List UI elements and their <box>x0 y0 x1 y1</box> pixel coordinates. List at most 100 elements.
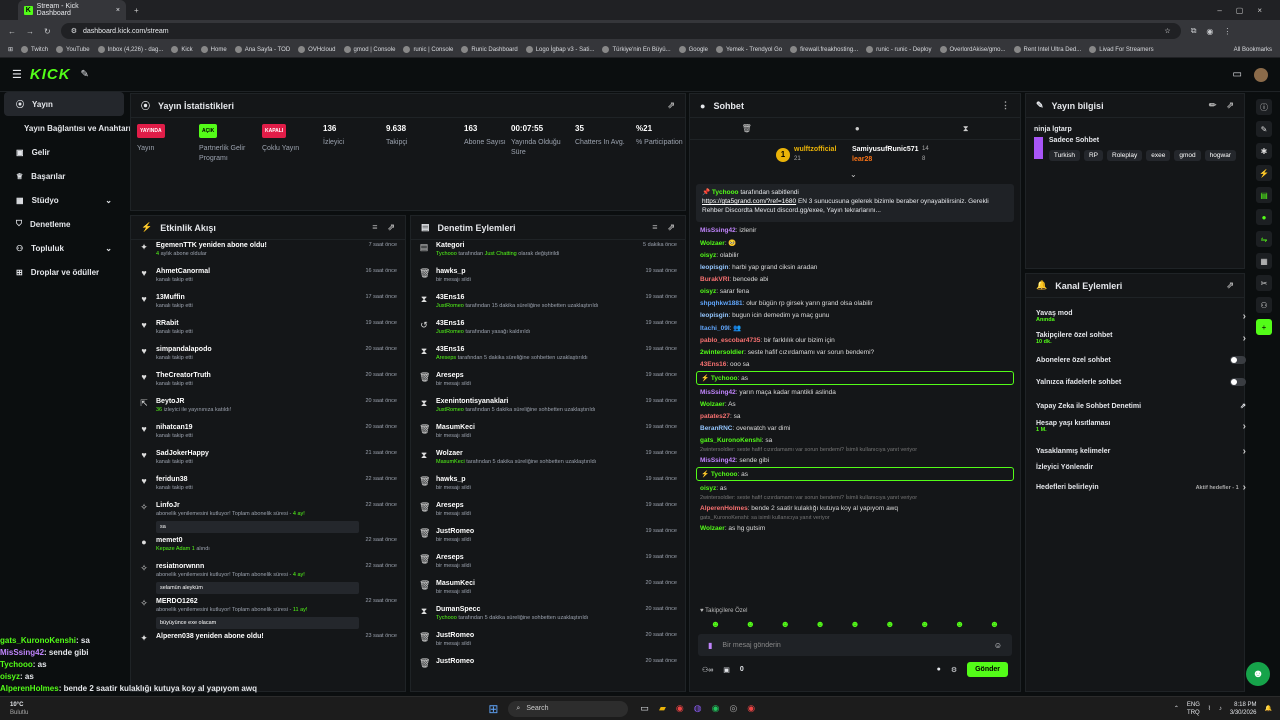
bookmark-item[interactable]: Google <box>678 46 708 53</box>
event-title[interactable]: simpandalapodo <box>156 346 359 353</box>
chat-username[interactable]: oisyz <box>700 252 716 259</box>
channel-action-row[interactable]: Hesap yaşı kısıtlaması 1 M. › <box>1026 420 1256 433</box>
channel-action-row[interactable]: Hedefleri belirleyin Aktif hedefler - 1 › <box>1026 482 1256 493</box>
event-title[interactable]: SadJokerHappy <box>156 450 359 457</box>
chrome-icon[interactable]: ◉ <box>676 703 684 714</box>
chat-username[interactable]: 2wintersoldier <box>700 349 744 356</box>
channel-action-row[interactable]: Yavaş mod Anında › <box>1026 310 1256 323</box>
event-title[interactable]: resiatnorwnnn <box>156 563 359 570</box>
tray-chevron-icon[interactable]: ⌃ <box>1174 705 1179 712</box>
channel-action-row[interactable]: Abonelere özel sohbet <box>1026 356 1256 364</box>
category-name[interactable]: Sadece Sohbet <box>1049 137 1236 144</box>
chat-username[interactable]: Tychooo <box>711 471 738 478</box>
chat-username[interactable]: leopisgin <box>700 312 729 319</box>
event-title[interactable]: JustRomeo <box>436 632 639 639</box>
event-title[interactable]: Kategori <box>436 242 636 249</box>
sidebar-item-studio[interactable]: ▦ Stüdyo ⌄ <box>4 188 124 212</box>
popout-icon[interactable]: ⇗ <box>667 100 675 111</box>
edit-icon[interactable]: ✏ <box>1209 100 1217 111</box>
spotify-icon[interactable]: ◉ <box>712 703 720 714</box>
discord-icon[interactable]: ◍ <box>694 703 702 714</box>
event-title[interactable]: Areseps <box>436 554 639 561</box>
stream-tag[interactable]: RP <box>1083 150 1103 161</box>
address-bar[interactable]: ⚙ dashboard.kick.com/stream ☆ <box>60 23 1181 39</box>
bookmark-star-icon[interactable]: ☆ <box>1164 27 1170 35</box>
new-tab-icon[interactable]: + <box>134 6 139 15</box>
event-title[interactable]: hawks_p <box>436 476 639 483</box>
send-button[interactable]: Gönder <box>967 662 1008 677</box>
bookmark-item[interactable]: Runic Dashboard <box>461 46 518 53</box>
toggle-switch[interactable] <box>1230 356 1246 364</box>
emoji-icon[interactable]: ☺ <box>994 641 1002 650</box>
stream-tag[interactable]: Turkish <box>1048 150 1080 161</box>
chat-username[interactable]: patates27 <box>700 413 730 420</box>
chat-bubble-icon[interactable]: ● <box>937 666 941 673</box>
event-title[interactable]: 43Ens16 <box>436 346 639 353</box>
emote-icon[interactable]: ☻ <box>711 619 720 629</box>
windows-start-icon[interactable]: ⊞ <box>488 702 498 716</box>
pinned-message[interactable]: 📌 Tychooo tarafından sabitlendi https://… <box>696 184 1014 222</box>
add-panel-icon[interactable]: + <box>1256 319 1272 335</box>
bookmark-item[interactable]: Ana Sayfa - TOD <box>234 46 290 53</box>
gifter-3-name[interactable]: lear28 <box>852 156 872 163</box>
bookmark-item[interactable]: Logo İgbap v3 - Sati... <box>525 46 594 53</box>
bolt-icon[interactable]: ⚡ <box>1256 165 1272 181</box>
emote-icon[interactable]: ☻ <box>850 619 859 629</box>
event-title[interactable]: MasumKeci <box>436 580 639 587</box>
stream-tag[interactable]: hogwar <box>1204 150 1236 161</box>
assistant-button[interactable]: ☻ <box>1246 662 1270 686</box>
network-icon[interactable]: ⌇ <box>1208 705 1211 712</box>
chat-bubble-icon[interactable]: ● <box>855 124 860 133</box>
event-title[interactable]: memet0 <box>156 537 359 544</box>
weather-widget[interactable]: 10°C Bulutlu <box>10 701 28 717</box>
sidebar-item-drops[interactable]: ⊞ Droplar ve ödüller <box>4 260 124 284</box>
event-title[interactable]: EgemenTTK yeniden abone oldu! <box>156 242 362 249</box>
bookmark-item[interactable]: runic | Console <box>403 46 453 53</box>
event-title[interactable]: TheCreatorTruth <box>156 372 359 379</box>
split-icon[interactable]: ⇋ <box>1256 231 1272 247</box>
sidebar-item-stream[interactable]: ⦿ Yayın <box>4 92 124 116</box>
sidebar-item-stream-key[interactable]: Yayın Bağlantısı ve Anahtarı <box>4 116 131 140</box>
apps-grid-icon[interactable]: ⊞ <box>8 46 13 53</box>
chat-username[interactable]: pablo_escobar4735 <box>700 337 760 344</box>
event-title[interactable]: DumanSpecc <box>436 606 639 613</box>
chat-input[interactable]: ▮ Bir mesaj gönderin ☺ <box>698 634 1012 656</box>
close-tab-icon[interactable]: × <box>116 7 120 14</box>
channel-action-row[interactable]: Yapay Zeka ile Sohbet Denetimi ⇗ <box>1026 402 1256 411</box>
forward-icon[interactable]: → <box>26 27 34 36</box>
event-title[interactable]: AhmetCanormal <box>156 268 359 275</box>
event-title[interactable]: Areseps <box>436 372 639 379</box>
event-title[interactable]: Wolzaer <box>436 450 639 457</box>
reload-icon[interactable]: ↻ <box>44 27 51 36</box>
chat-username[interactable]: MisSsing42 <box>700 389 736 396</box>
obs-icon[interactable]: ◉ <box>747 703 755 714</box>
channel-action-row[interactable]: Takipçilere özel sohbet 10 dk. › <box>1026 332 1256 345</box>
gifter-2-name[interactable]: SamiyusufRunic571 <box>852 146 919 153</box>
event-title[interactable]: Areseps <box>436 502 639 509</box>
bookmark-item[interactable]: Inbox (4,226) - dag... <box>97 46 163 53</box>
list-icon[interactable]: ▤ <box>1256 187 1272 203</box>
emote-icon[interactable]: ☻ <box>885 619 894 629</box>
filter-icon[interactable]: ≡ <box>652 222 657 233</box>
chat-username[interactable]: Wolzaer <box>700 401 725 408</box>
emote-icon[interactable]: ☻ <box>955 619 964 629</box>
calendar-icon[interactable]: ▦ <box>1256 253 1272 269</box>
event-title[interactable]: MERDO1262 <box>156 598 359 605</box>
chat-username[interactable]: BurakVRI <box>700 276 729 283</box>
studio-icon[interactable]: ▭ <box>1233 69 1242 80</box>
extensions-icon[interactable]: ⧉ <box>1191 26 1197 36</box>
event-title[interactable]: 43Ens16 <box>436 294 639 301</box>
chat-username[interactable]: 43Ens16 <box>700 361 726 368</box>
emote-icon[interactable]: ☻ <box>920 619 929 629</box>
chat-username[interactable]: MisSsing42 <box>700 457 736 464</box>
notification-icon[interactable]: 🔔 <box>1265 705 1272 712</box>
bookmark-item[interactable]: OVHcloud <box>298 46 336 53</box>
more-options-icon[interactable]: ⋮ <box>1001 100 1010 111</box>
hamburger-menu-icon[interactable]: ☰ <box>12 68 22 81</box>
bookmark-item[interactable]: Kick <box>171 46 193 53</box>
channel-action-row[interactable]: İzleyici Yönlendir <box>1026 464 1256 471</box>
chat-username[interactable]: gats_KuronoKenshi <box>700 437 762 444</box>
event-title[interactable]: nihatcan19 <box>156 424 359 431</box>
bookmark-item[interactable]: Rent Intel Ultra Ded... <box>1013 46 1081 53</box>
bookmark-item[interactable]: Home <box>200 46 227 53</box>
